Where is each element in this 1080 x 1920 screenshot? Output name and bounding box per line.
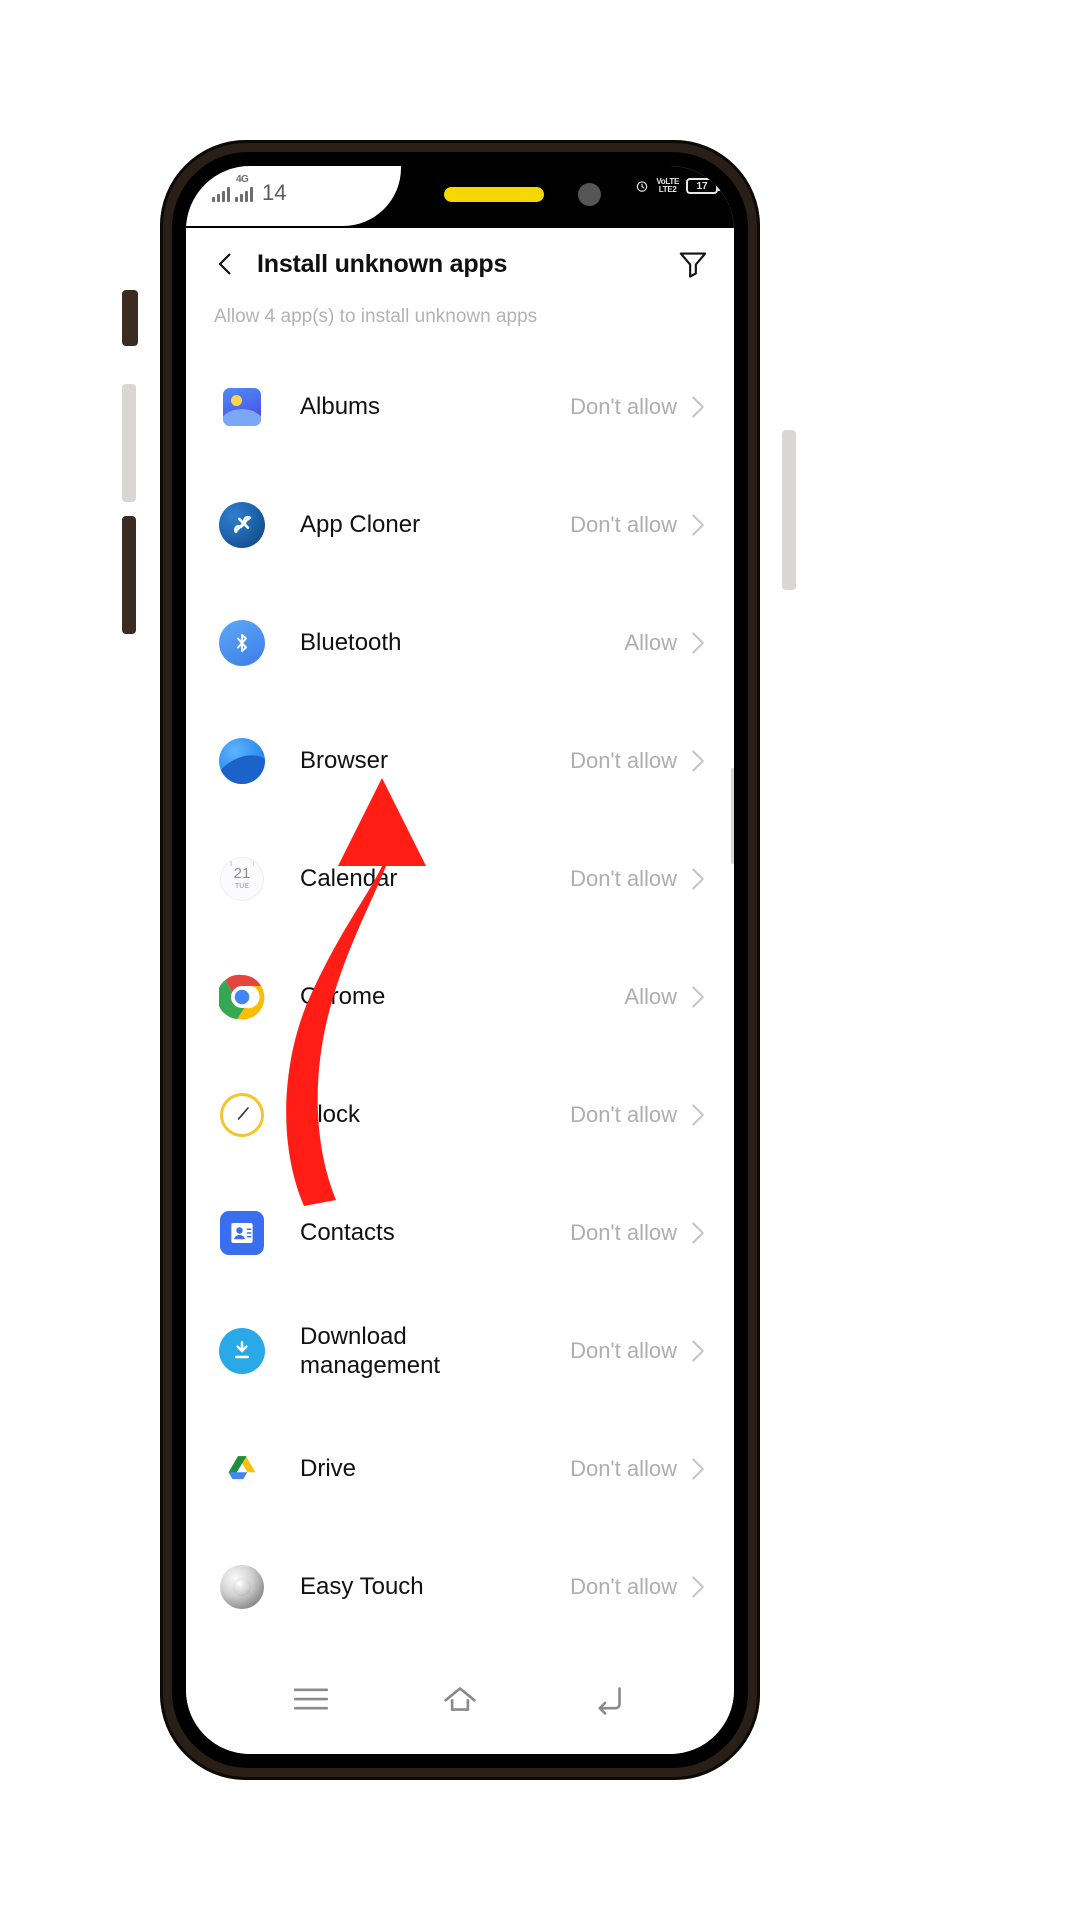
- signal-strength-sim2-icon: [235, 186, 253, 202]
- front-camera: [578, 183, 601, 206]
- app-permission-state[interactable]: Don't allow: [570, 748, 706, 774]
- list-subtitle: Allow 4 app(s) to install unknown apps: [214, 306, 538, 327]
- mobile-data-icon: 4G: [235, 174, 253, 202]
- calendar-icon: 21 TUE: [218, 855, 266, 903]
- list-item[interactable]: Easy Touch Don't allow: [186, 1528, 734, 1646]
- app-permission-state[interactable]: Don't allow: [570, 1574, 706, 1600]
- clock-icon: [218, 1091, 266, 1139]
- app-permission-state[interactable]: Don't allow: [570, 1220, 706, 1246]
- app-name: Bluetooth: [300, 629, 402, 657]
- phone-power-button[interactable]: [782, 430, 796, 590]
- app-name: Drive: [300, 1455, 357, 1483]
- status-bar-clock: 14: [262, 180, 287, 205]
- download-icon: [218, 1327, 266, 1375]
- app-permission-state[interactable]: Allow: [624, 984, 706, 1010]
- albums-icon: [218, 383, 266, 431]
- list-item[interactable]: Browser Don't allow: [186, 702, 734, 820]
- chevron-right-icon: [692, 1458, 704, 1480]
- app-permission-state[interactable]: Don't allow: [570, 1456, 706, 1482]
- alarm-icon: [637, 181, 648, 192]
- list-item[interactable]: Download management Don't allow: [186, 1292, 734, 1410]
- back-arrow-icon[interactable]: [588, 1683, 630, 1715]
- list-item[interactable]: Contacts Don't allow: [186, 1174, 734, 1292]
- calendar-weekday: TUE: [235, 883, 249, 890]
- chrome-icon: [218, 973, 266, 1021]
- phone-volume-down-button[interactable]: [122, 516, 136, 634]
- app-name: Clock: [300, 1101, 361, 1129]
- phone-side-button-top[interactable]: [122, 290, 138, 346]
- chevron-right-icon: [692, 1222, 704, 1244]
- app-name: Albums: [300, 393, 381, 421]
- signal-strength-sim1-icon: [212, 186, 230, 202]
- app-permission-state[interactable]: Don't allow: [570, 394, 706, 420]
- screenshot-root: VoLTE LTE2 17 4G 14 Install unknown apps…: [0, 0, 1080, 1920]
- app-name: Chrome: [300, 983, 386, 1011]
- bluetooth-icon: [218, 619, 266, 667]
- chevron-right-icon: [692, 986, 704, 1008]
- home-icon[interactable]: [439, 1683, 481, 1715]
- notch: VoLTE LTE2 17 4G 14: [186, 166, 734, 228]
- contacts-icon: [218, 1209, 266, 1257]
- chevron-right-icon: [692, 396, 704, 418]
- app-name: Download management: [300, 1322, 441, 1379]
- earpiece-speaker: [444, 187, 544, 202]
- scrollbar-thumb[interactable]: [731, 768, 734, 864]
- chevron-right-icon: [692, 1576, 704, 1598]
- app-name: Calendar: [300, 865, 398, 893]
- app-name: Contacts: [300, 1219, 395, 1247]
- back-chevron-icon[interactable]: [210, 249, 240, 279]
- list-item[interactable]: Chrome Allow: [186, 938, 734, 1056]
- app-permission-list[interactable]: Albums Don't allow App Cloner Don't allo…: [186, 348, 734, 1648]
- list-item[interactable]: 21 TUE Calendar Don't allow: [186, 820, 734, 938]
- app-name: Easy Touch: [300, 1573, 424, 1601]
- phone-volume-up-button[interactable]: [122, 384, 136, 502]
- easy-touch-icon: [218, 1563, 266, 1611]
- app-name: Browser: [300, 747, 389, 775]
- list-item[interactable]: App Cloner Don't allow: [186, 466, 734, 584]
- calendar-day: 21: [233, 865, 251, 882]
- status-bar-left-lobe: 4G 14: [186, 166, 401, 226]
- app-name: App Cloner: [300, 511, 421, 539]
- list-item[interactable]: Drive Don't allow: [186, 1410, 734, 1528]
- app-cloner-icon: [218, 501, 266, 549]
- battery-indicator: 17: [686, 178, 721, 194]
- app-header: Install unknown apps: [186, 228, 734, 300]
- menu-recents-icon[interactable]: [290, 1683, 332, 1715]
- chevron-right-icon: [692, 1340, 704, 1362]
- app-permission-state[interactable]: Don't allow: [570, 512, 706, 538]
- browser-icon: [218, 737, 266, 785]
- app-permission-state[interactable]: Don't allow: [570, 1102, 706, 1128]
- system-navigation-bar: [186, 1658, 734, 1754]
- chevron-right-icon: [692, 868, 704, 890]
- app-permission-state[interactable]: Don't allow: [570, 866, 706, 892]
- chevron-right-icon: [692, 750, 704, 772]
- chevron-right-icon: [692, 632, 704, 654]
- app-permission-state[interactable]: Allow: [624, 630, 706, 656]
- volte-indicator: VoLTE LTE2: [656, 177, 679, 194]
- chevron-right-icon: [692, 514, 704, 536]
- list-item[interactable]: Bluetooth Allow: [186, 584, 734, 702]
- list-item[interactable]: Albums Don't allow: [186, 348, 734, 466]
- list-item[interactable]: Clock Don't allow: [186, 1056, 734, 1174]
- status-bar-right: VoLTE LTE2 17: [635, 177, 721, 194]
- chevron-right-icon: [692, 1104, 704, 1126]
- phone-screen: VoLTE LTE2 17 4G 14 Install unknown apps…: [186, 166, 734, 1754]
- status-bar-left: 4G 14: [212, 174, 287, 205]
- page-title: Install unknown apps: [257, 249, 508, 278]
- filter-icon[interactable]: [676, 247, 710, 281]
- app-permission-state[interactable]: Don't allow: [570, 1338, 706, 1364]
- drive-icon: [218, 1445, 266, 1493]
